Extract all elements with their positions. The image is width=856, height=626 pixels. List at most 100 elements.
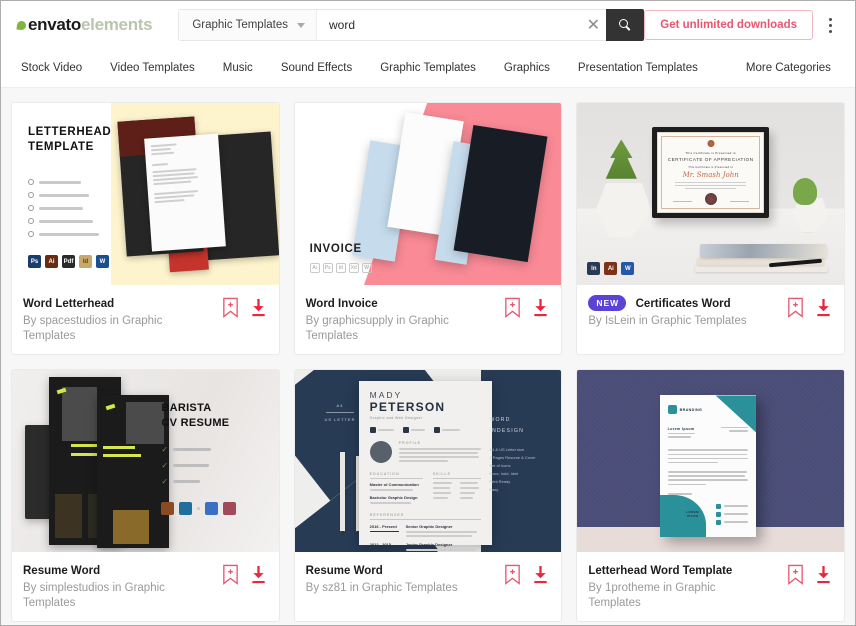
card-thumbnail[interactable]: BRANDING Lorem Ipsum LOREM IPSUM: [577, 370, 844, 552]
download-icon[interactable]: [249, 564, 268, 585]
thumb-heading-line1: BARISTA: [161, 401, 212, 414]
letterhead-artwork: BRANDING Lorem Ipsum LOREM IPSUM: [659, 395, 756, 538]
indesign-icon: [161, 501, 175, 515]
check-circle-icon: [28, 218, 34, 224]
card-actions: [221, 294, 268, 318]
check-icon: ✓: [161, 460, 169, 470]
indesign-icon: Id: [335, 263, 346, 273]
nav-item-video-templates[interactable]: Video Templates: [96, 62, 209, 74]
brand-name: BRANDING: [679, 407, 703, 412]
thumb-artwork: [110, 103, 279, 285]
thumb-heading-line1: LETTERHEAD: [28, 126, 112, 138]
check-circle-icon: [28, 179, 34, 185]
download-icon[interactable]: [531, 297, 550, 318]
bookmark-plus-icon[interactable]: [503, 564, 522, 585]
category-select[interactable]: Graphic Templates: [179, 10, 317, 40]
card-title[interactable]: Certificates Word: [636, 298, 731, 310]
card-author: By 1protheme in Graphic Templates: [588, 582, 716, 609]
card-info: Word Letterhead By spacestudios in Graph…: [12, 285, 279, 354]
result-card[interactable]: INVOICE Ai Ps Id Xd W Word Invoice By gr…: [293, 102, 563, 355]
clear-search-icon[interactable]: ✕: [580, 10, 606, 40]
leaf-icon: [16, 19, 27, 31]
nav-item-presentation-templates[interactable]: Presentation Templates: [564, 62, 712, 74]
card-info: Resume Word By simplestudios in Graphic …: [12, 552, 279, 621]
result-card[interactable]: BARISTA CV RESUME ✓ ✓ ✓ Resume Word By s…: [11, 369, 280, 622]
card-actions: [503, 561, 550, 585]
download-icon[interactable]: [531, 564, 550, 585]
result-card[interactable]: This Certificate is Presented to CERTIFI…: [576, 102, 845, 355]
check-circle-icon: [28, 192, 34, 198]
more-vertical-icon[interactable]: [817, 10, 843, 40]
word-icon: W: [621, 262, 635, 275]
results-area: LETTERHEAD TEMPLATE Ps Ai Pdf Id W Word …: [1, 88, 855, 625]
list-item: [28, 218, 111, 224]
category-select-label: Graphic Templates: [192, 19, 288, 31]
photoshop-icon: Ps: [28, 255, 41, 268]
card-info: Word Invoice By graphicsupply in Graphic…: [295, 285, 562, 354]
search-icon: [618, 18, 632, 32]
result-card[interactable]: LETTERHEAD TEMPLATE Ps Ai Pdf Id W Word …: [11, 102, 280, 355]
bookmark-plus-icon[interactable]: [221, 564, 240, 585]
get-unlimited-downloads-button[interactable]: Get unlimited downloads: [644, 10, 813, 40]
check-circle-icon: [28, 205, 34, 211]
thumb-heading-line2: CV RESUME: [161, 416, 230, 429]
card-title[interactable]: Letterhead Word Template: [588, 565, 732, 577]
illustrator-icon: Ai: [45, 255, 58, 268]
list-item: [28, 231, 111, 237]
card-author: By spacestudios in Graphic Templates: [23, 315, 163, 342]
check-icon: ✓: [161, 476, 169, 486]
resume-role: Graphic and Web Designer: [369, 415, 423, 420]
search-bar: Graphic Templates ✕: [178, 9, 645, 41]
brand-logo-icon: [667, 405, 677, 415]
certificate-subtitle: This Certificate is Presented to: [685, 150, 736, 155]
check-icon: ✓: [161, 444, 169, 454]
nav-item-graphics[interactable]: Graphics: [490, 62, 564, 74]
card-thumbnail[interactable]: This Certificate is Presented to CERTIFI…: [577, 103, 844, 285]
nav-item-music[interactable]: Music: [209, 62, 267, 74]
search-submit-button[interactable]: [606, 9, 645, 41]
photoshop-icon: Ps: [322, 263, 333, 273]
result-card[interactable]: A4 US LETTER MADY PETERSON Graphic and W…: [293, 369, 563, 622]
card-title[interactable]: Word Letterhead: [23, 298, 114, 310]
result-card[interactable]: BRANDING Lorem Ipsum LOREM IPSUM Letterh…: [576, 369, 845, 622]
card-author: By graphicsupply in Graphic Templates: [305, 315, 449, 342]
header-actions: Get unlimited downloads: [644, 10, 843, 40]
thumb-app-badges: [161, 501, 262, 515]
card-thumbnail[interactable]: A4 US LETTER MADY PETERSON Graphic and W…: [294, 370, 562, 552]
thumb-app-badges: In Ai W: [587, 262, 635, 275]
card-thumbnail[interactable]: LETTERHEAD TEMPLATE Ps Ai Pdf Id W: [12, 103, 279, 285]
card-thumbnail[interactable]: INVOICE Ai Ps Id Xd W: [294, 103, 562, 285]
nav-item-stock-video[interactable]: Stock Video: [17, 62, 96, 74]
resume-artwork: MADY PETERSON Graphic and Web Designer P…: [358, 380, 492, 551]
card-title[interactable]: Resume Word: [23, 565, 100, 577]
card-actions: [221, 561, 268, 585]
search-input[interactable]: [316, 10, 581, 40]
card-title[interactable]: Resume Word: [306, 565, 383, 577]
logo-suffix: elements: [81, 15, 153, 34]
thumb-heading-line2: TEMPLATE: [28, 141, 94, 153]
list-item: [28, 192, 111, 198]
thumb-caption: INVOICE: [309, 243, 362, 255]
envato-elements-logo[interactable]: envato elements: [16, 15, 153, 35]
bookmark-plus-icon[interactable]: [503, 297, 522, 318]
nav-item-graphic-templates[interactable]: Graphic Templates: [366, 62, 490, 74]
bookmark-plus-icon[interactable]: [786, 297, 805, 318]
card-title[interactable]: Word Invoice: [306, 298, 378, 310]
certificate-name: Mr. Smash John: [682, 170, 739, 179]
card-actions: [786, 561, 833, 585]
nav-item-more-categories[interactable]: More Categories: [732, 62, 845, 74]
resume-last-name: PETERSON: [369, 399, 446, 414]
thumb-app-badges: Ps Ai Pdf Id W: [28, 255, 111, 268]
indesign-icon: In: [587, 262, 601, 275]
list-item: ✓: [161, 461, 262, 470]
thumb-app-badges: Ai Ps Id Xd W: [309, 263, 372, 273]
download-icon[interactable]: [249, 297, 268, 318]
download-icon[interactable]: [814, 297, 833, 318]
bookmark-plus-icon[interactable]: [221, 297, 240, 318]
bookmark-plus-icon[interactable]: [786, 564, 805, 585]
download-icon[interactable]: [814, 564, 833, 585]
logo-brand: envato: [28, 15, 81, 34]
nav-item-sound-effects[interactable]: Sound Effects: [267, 62, 366, 74]
card-thumbnail[interactable]: BARISTA CV RESUME ✓ ✓ ✓: [12, 370, 279, 552]
xd-icon: Xd: [348, 263, 359, 273]
